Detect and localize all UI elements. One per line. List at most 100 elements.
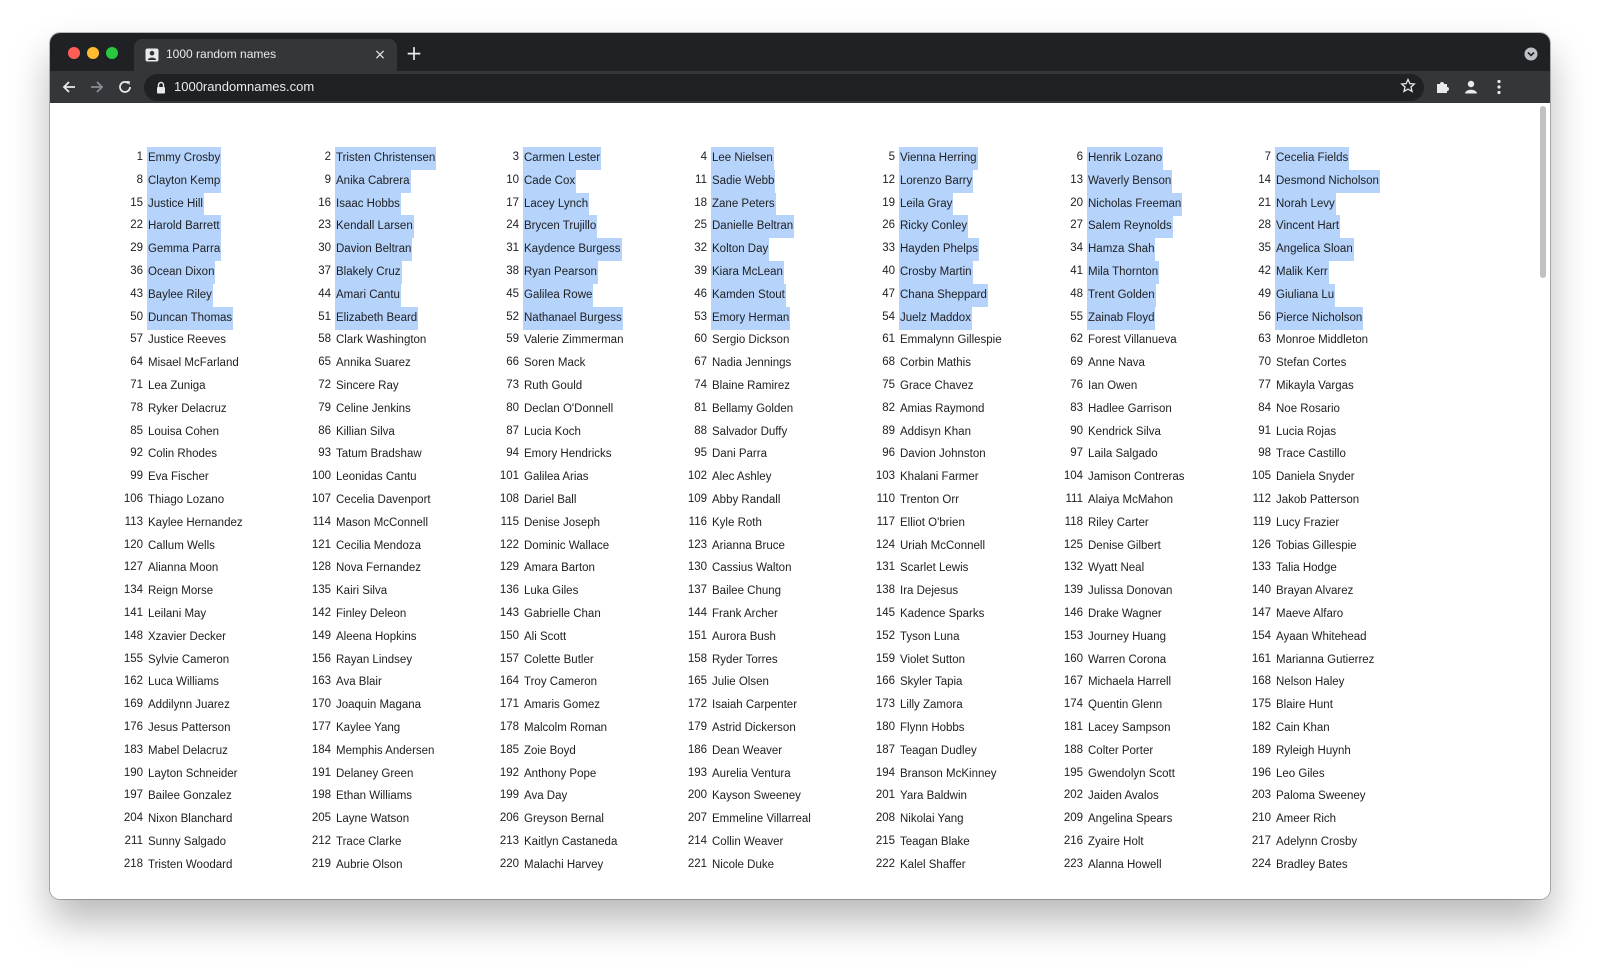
entry-name[interactable]: Ryleigh Huynh [1275, 740, 1352, 763]
entry-name[interactable]: Julie Olsen [711, 671, 770, 694]
entry-name[interactable]: Nixon Blanchard [147, 808, 233, 831]
entry-name[interactable]: Ryder Torres [711, 649, 779, 672]
entry-name[interactable]: Brayan Alvarez [1275, 580, 1354, 603]
entry-name[interactable]: Michaela Harrell [1087, 671, 1172, 694]
entry-name[interactable]: Joaquin Magana [335, 694, 422, 717]
entry-name[interactable]: Baylee Riley [147, 283, 213, 307]
entry-name[interactable]: Hamza Shah [1087, 238, 1156, 262]
entry-name[interactable]: Ava Blair [335, 671, 383, 694]
entry-name[interactable]: Justice Hill [147, 192, 204, 216]
entry-name[interactable]: Emory Hendricks [523, 443, 613, 466]
close-window-button[interactable] [68, 47, 80, 59]
entry-name[interactable]: Kolton Day [711, 238, 770, 262]
entry-name[interactable]: Cain Khan [1275, 717, 1331, 740]
entry-name[interactable]: Cecelia Davenport [335, 489, 432, 512]
entry-name[interactable]: Finley Deleon [335, 603, 407, 626]
entry-name[interactable]: Mason McConnell [335, 512, 429, 535]
entry-name[interactable]: Nelson Haley [1275, 671, 1345, 694]
entry-name[interactable]: Alianna Moon [147, 557, 219, 580]
entry-name[interactable]: Reign Morse [147, 580, 214, 603]
entry-name[interactable]: Astrid Dickerson [711, 717, 797, 740]
entry-name[interactable]: Ian Owen [1087, 375, 1138, 398]
entry-name[interactable]: Laila Salgado [1087, 443, 1159, 466]
entry-name[interactable]: Thiago Lozano [147, 489, 225, 512]
new-tab-button[interactable]: + [404, 43, 424, 63]
entry-name[interactable]: Emmalynn Gillespie [899, 329, 1003, 352]
entry-name[interactable]: Ava Day [523, 785, 568, 808]
entry-name[interactable]: Violet Sutton [899, 649, 966, 672]
entry-name[interactable]: Galilea Rowe [523, 283, 594, 307]
entry-name[interactable]: Tristen Christensen [335, 147, 437, 170]
address-bar[interactable]: 1000randomnames.com [144, 74, 1424, 101]
entry-name[interactable]: Ira Dejesus [899, 580, 959, 603]
entry-name[interactable]: Elizabeth Beard [335, 306, 419, 330]
entry-name[interactable]: Salem Reynolds [1087, 215, 1173, 239]
entry-name[interactable]: Killian Silva [335, 421, 396, 444]
entry-name[interactable]: Mabel Delacruz [147, 740, 229, 763]
entry-name[interactable]: Colin Rhodes [147, 443, 218, 466]
entry-name[interactable]: Rayan Lindsey [335, 649, 413, 672]
entry-name[interactable]: Kaylee Yang [335, 717, 401, 740]
entry-name[interactable]: Eva Fischer [147, 466, 210, 489]
entry-name[interactable]: Daniela Snyder [1275, 466, 1356, 489]
bookmark-star-icon[interactable] [1400, 78, 1416, 94]
entry-name[interactable]: Noe Rosario [1275, 398, 1341, 421]
entry-name[interactable]: Emmeline Villarreal [711, 808, 812, 831]
entry-name[interactable]: Bradley Bates [1275, 854, 1349, 877]
entry-name[interactable]: Layne Watson [335, 808, 410, 831]
entry-name[interactable]: Addisyn Khan [899, 421, 972, 444]
entry-name[interactable]: Amara Barton [523, 557, 596, 580]
entry-name[interactable]: Clark Washington [335, 329, 427, 352]
entry-name[interactable]: Sincere Ray [335, 375, 400, 398]
entry-name[interactable]: Brycen Trujillo [523, 215, 598, 239]
entry-name[interactable]: Warren Corona [1087, 649, 1167, 672]
entry-name[interactable]: Alaiya McMahon [1087, 489, 1174, 512]
entry-name[interactable]: Trace Castillo [1275, 443, 1347, 466]
entry-name[interactable]: Ryker Delacruz [147, 398, 228, 421]
entry-name[interactable]: Arianna Bruce [711, 535, 786, 558]
entry-name[interactable]: Elliot O'brien [899, 512, 966, 535]
entry-name[interactable]: Cecilia Mendoza [335, 535, 422, 558]
entry-name[interactable]: Bailee Gonzalez [147, 785, 233, 808]
entry-name[interactable]: Alec Ashley [711, 466, 772, 489]
entry-name[interactable]: Forest Villanueva [1087, 329, 1178, 352]
entry-name[interactable]: Blaire Hunt [1275, 694, 1334, 717]
entry-name[interactable]: Julissa Donovan [1087, 580, 1173, 603]
entry-name[interactable]: Gwendolyn Scott [1087, 763, 1176, 786]
entry-name[interactable]: Mikayla Vargas [1275, 375, 1355, 398]
entry-name[interactable]: Aurora Bush [711, 626, 777, 649]
entry-name[interactable]: Grace Chavez [899, 375, 975, 398]
entry-name[interactable]: Wyatt Neal [1087, 557, 1145, 580]
entry-name[interactable]: Emory Herman [711, 306, 791, 330]
entry-name[interactable]: Cecelia Fields [1275, 147, 1350, 170]
entry-name[interactable]: Trace Clarke [335, 831, 402, 854]
entry-name[interactable]: Khalani Farmer [899, 466, 980, 489]
entry-name[interactable]: Lacey Sampson [1087, 717, 1171, 740]
entry-name[interactable]: Aleena Hopkins [335, 626, 418, 649]
entry-name[interactable]: Lucia Koch [523, 421, 582, 444]
entry-name[interactable]: Galilea Arias [523, 466, 590, 489]
entry-name[interactable]: Corbin Mathis [899, 352, 972, 375]
entry-name[interactable]: Anika Cabrera [335, 169, 411, 193]
entry-name[interactable]: Denise Gilbert [1087, 535, 1162, 558]
entry-name[interactable]: Yara Baldwin [899, 785, 968, 808]
entry-name[interactable]: Trenton Orr [899, 489, 960, 512]
entry-name[interactable]: Scarlet Lewis [899, 557, 969, 580]
entry-name[interactable]: Sergio Dickson [711, 329, 790, 352]
entry-name[interactable]: Ricky Conley [899, 215, 969, 239]
zoom-window-button[interactable] [106, 47, 118, 59]
entry-name[interactable]: Dariel Ball [523, 489, 577, 512]
entry-name[interactable]: Marianna Gutierrez [1275, 649, 1375, 672]
entry-name[interactable]: Callum Wells [147, 535, 216, 558]
entry-name[interactable]: Layton Schneider [147, 763, 239, 786]
entry-name[interactable]: Hadlee Garrison [1087, 398, 1173, 421]
entry-name[interactable]: Isaiah Carpenter [711, 694, 798, 717]
entry-name[interactable]: Celine Jenkins [335, 398, 412, 421]
entry-name[interactable]: Malik Kerr [1275, 261, 1329, 284]
entry-name[interactable]: Danielle Beltran [711, 215, 795, 239]
entry-name[interactable]: Anthony Pope [523, 763, 597, 786]
entry-name[interactable]: Mila Thornton [1087, 261, 1160, 284]
entry-name[interactable]: Gemma Parra [147, 238, 222, 262]
entry-name[interactable]: Dean Weaver [711, 740, 783, 763]
entry-name[interactable]: Malcolm Roman [523, 717, 608, 740]
